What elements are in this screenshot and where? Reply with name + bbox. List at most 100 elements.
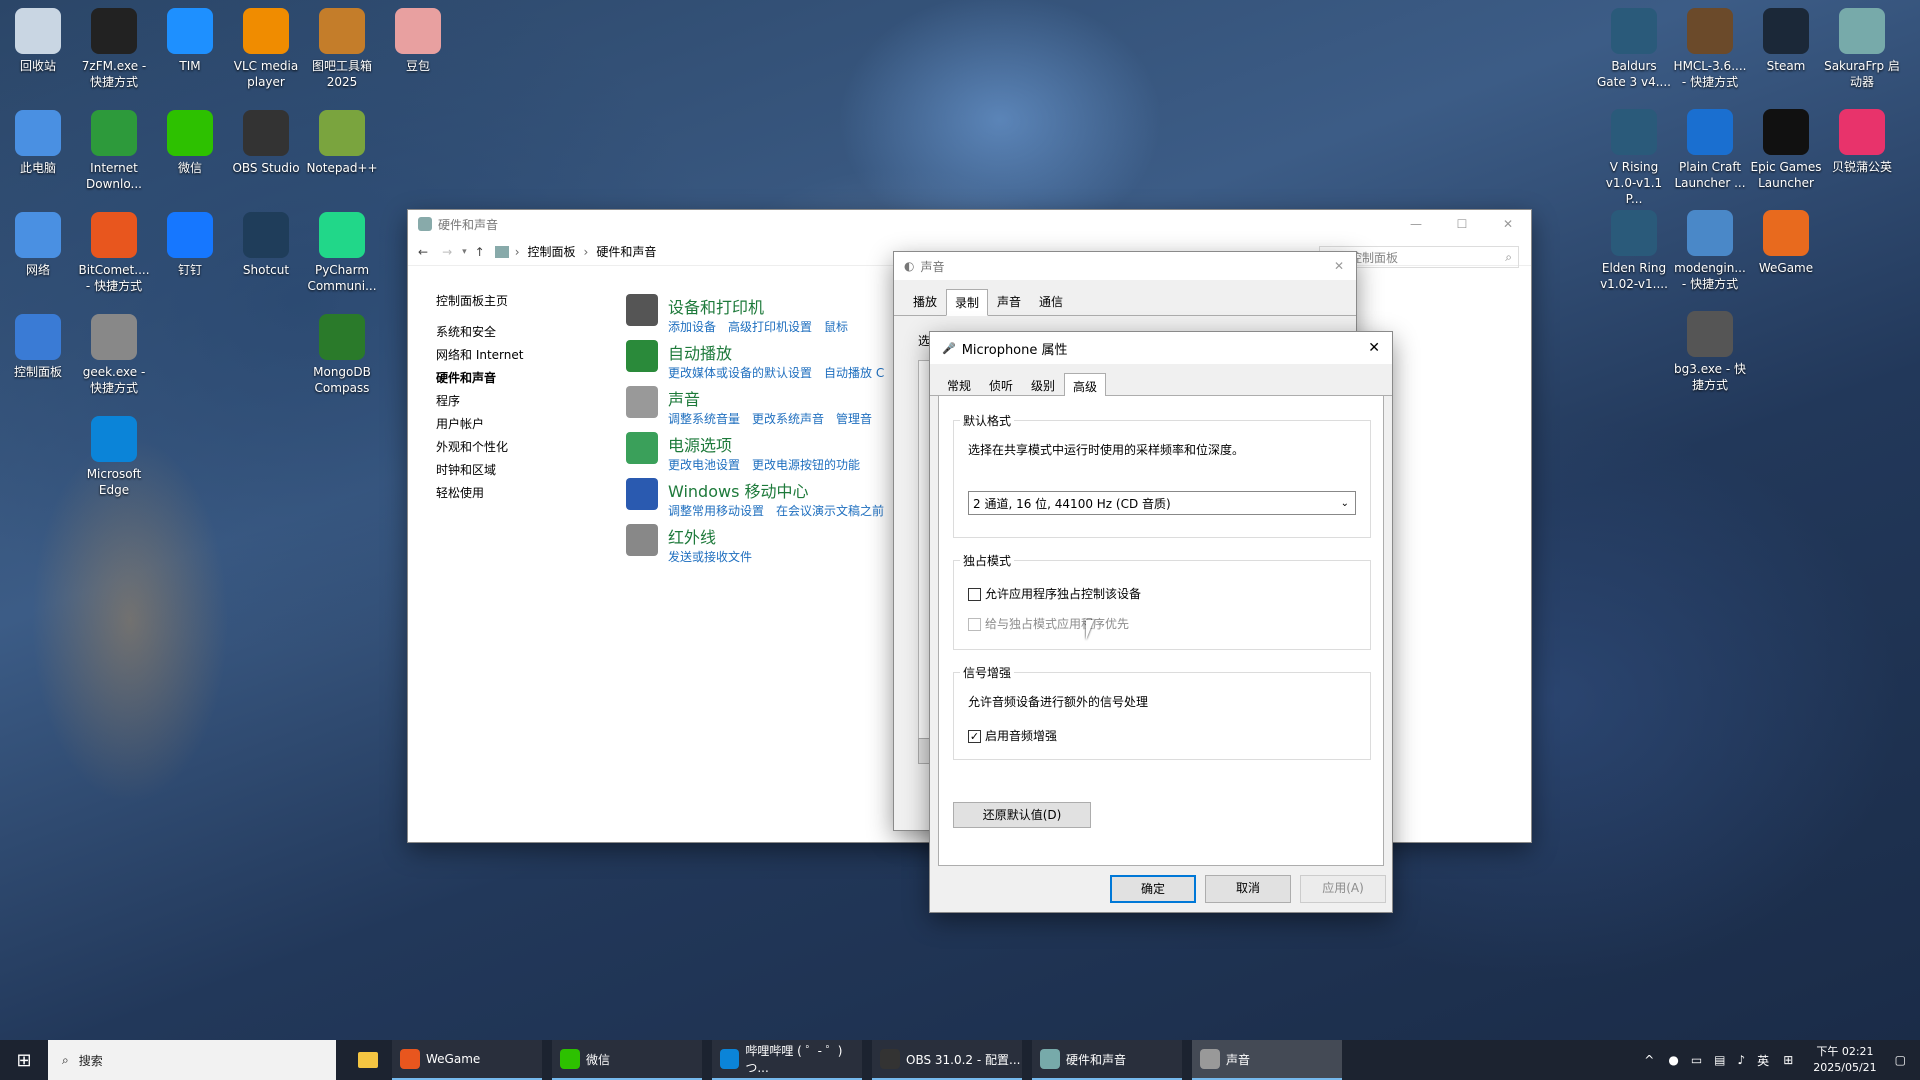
taskbar-item[interactable]: OBS 31.0.2 - 配置... xyxy=(872,1040,1022,1080)
category-link[interactable]: 管理音 xyxy=(836,412,872,426)
desktop-icon[interactable]: BitComet.... - 快捷方式 xyxy=(76,212,152,294)
desktop-icon[interactable]: Microsoft Edge xyxy=(76,416,152,498)
taskbar-item[interactable]: WeGame xyxy=(392,1040,542,1080)
checkbox-box[interactable] xyxy=(968,618,981,631)
desktop-icon[interactable]: 图吧工具箱2025 xyxy=(304,8,380,90)
search-input[interactable]: 搜索 xyxy=(79,1052,103,1069)
exclusive-priority-checkbox[interactable]: 给与独占模式应用程序优先 xyxy=(968,615,1129,632)
desktop-icon[interactable]: modengin... - 快捷方式 xyxy=(1672,210,1748,292)
apply-button[interactable]: 应用(A) xyxy=(1300,875,1386,903)
sidebar-item[interactable]: 程序 xyxy=(436,390,606,413)
desktop-icon[interactable]: geek.exe - 快捷方式 xyxy=(76,314,152,396)
file-explorer-button[interactable] xyxy=(344,1040,392,1080)
desktop-icon[interactable]: 钉钉 xyxy=(152,212,228,278)
close-button[interactable]: ✕ xyxy=(1368,340,1380,356)
restore-defaults-button[interactable]: 还原默认值(D) xyxy=(953,802,1091,828)
up-icon[interactable]: ↑ xyxy=(475,245,485,259)
category-link[interactable]: 发送或接收文件 xyxy=(668,550,752,564)
start-button[interactable]: ⊞ xyxy=(0,1040,48,1080)
category-link[interactable]: 调整系统音量 xyxy=(668,412,740,426)
taskbar-search[interactable]: ⌕ 搜索 xyxy=(48,1040,336,1080)
category-link[interactable]: 更改系统声音 xyxy=(752,412,824,426)
minimize-button[interactable]: — xyxy=(1393,217,1439,231)
desktop-icon[interactable]: 豆包 xyxy=(380,8,456,74)
desktop-icon[interactable]: 控制面板 xyxy=(0,314,76,380)
desktop-icon[interactable]: 网络 xyxy=(0,212,76,278)
desktop-icon[interactable]: OBS Studio xyxy=(228,110,304,176)
desktop-icon[interactable]: Steam xyxy=(1748,8,1824,74)
tab[interactable]: 声音 xyxy=(988,288,1030,315)
checkbox-box[interactable]: ✓ xyxy=(968,730,981,743)
breadcrumb-item[interactable]: 控制面板 xyxy=(528,243,576,260)
recent-dropdown-icon[interactable]: ▾ xyxy=(462,247,467,257)
checkbox-box[interactable] xyxy=(968,588,981,601)
keyboard-icon[interactable]: ⊞ xyxy=(1783,1053,1793,1067)
category-title[interactable]: 电源选项 xyxy=(668,432,872,456)
desktop-icon[interactable]: 贝锐蒲公英 xyxy=(1824,109,1900,175)
category-title[interactable]: Windows 移动中心 xyxy=(668,478,896,502)
desktop-icon[interactable]: 7zFM.exe - 快捷方式 xyxy=(76,8,152,90)
category-link[interactable]: 调整常用移动设置 xyxy=(668,504,764,518)
desktop-icon[interactable]: HMCL-3.6.... - 快捷方式 xyxy=(1672,8,1748,90)
category-title[interactable]: 设备和打印机 xyxy=(668,294,860,318)
tab[interactable]: 侦听 xyxy=(980,372,1022,399)
sidebar-item[interactable]: 外观和个性化 xyxy=(436,436,606,459)
tab[interactable]: 播放 xyxy=(904,288,946,315)
desktop-icon[interactable]: Baldurs Gate 3 v4.... xyxy=(1596,8,1672,90)
ok-button[interactable]: 确定 xyxy=(1110,875,1196,903)
desktop-icon[interactable]: Plain Craft Launcher ... xyxy=(1672,109,1748,191)
taskbar-item[interactable]: 硬件和声音 xyxy=(1032,1040,1182,1080)
close-button[interactable]: ✕ xyxy=(1485,217,1531,231)
desktop-icon[interactable]: Notepad++ xyxy=(304,110,380,176)
desktop-icon[interactable]: MongoDB Compass xyxy=(304,314,380,396)
category-link[interactable]: 更改电池设置 xyxy=(668,458,740,472)
notification-icon[interactable]: ▢ xyxy=(1895,1053,1906,1067)
battery-icon[interactable]: ▭ xyxy=(1691,1053,1702,1067)
sidebar-item[interactable]: 轻松使用 xyxy=(436,482,606,505)
tab[interactable]: 录制 xyxy=(946,289,989,316)
taskbar-item[interactable]: 哔哩哔哩 ( ゜- ゜)つ... xyxy=(712,1040,862,1080)
enable-enhancement-checkbox[interactable]: ✓ 启用音频增强 xyxy=(968,727,1057,744)
network-icon[interactable]: ▤ xyxy=(1714,1053,1725,1067)
desktop-icon[interactable]: WeGame xyxy=(1748,210,1824,276)
desktop-icon[interactable]: Internet Downlo... xyxy=(76,110,152,192)
cancel-button[interactable]: 取消 xyxy=(1205,875,1291,903)
category-link[interactable]: 更改媒体或设备的默认设置 xyxy=(668,366,812,380)
desktop-icon[interactable]: 此电脑 xyxy=(0,110,76,176)
category-link[interactable]: 高级打印机设置 xyxy=(728,320,812,334)
volume-icon[interactable]: ♪ xyxy=(1738,1053,1746,1067)
clock[interactable]: 下午 02:21 2025/05/21 xyxy=(1813,1044,1876,1076)
allow-exclusive-checkbox[interactable]: 允许应用程序独占控制该设备 xyxy=(968,585,1141,602)
sidebar-item[interactable]: 时钟和区域 xyxy=(436,459,606,482)
category-title[interactable]: 红外线 xyxy=(668,524,764,548)
back-icon[interactable]: ← xyxy=(418,245,428,259)
sidebar-item[interactable]: 硬件和声音 xyxy=(436,367,606,390)
desktop-icon[interactable]: PyCharm Communi... xyxy=(304,212,380,294)
sidebar-item[interactable]: 控制面板主页 xyxy=(436,290,606,313)
format-select[interactable]: 2 通道, 16 位, 44100 Hz (CD 音质) ⌄ xyxy=(968,491,1356,515)
category-link[interactable]: 添加设备 xyxy=(668,320,716,334)
desktop-icon[interactable]: 微信 xyxy=(152,110,228,176)
sidebar-item[interactable]: 用户帐户 xyxy=(436,413,606,436)
desktop-icon[interactable]: bg3.exe - 快捷方式 xyxy=(1672,311,1748,393)
sidebar-item[interactable]: 系统和安全 xyxy=(436,321,606,344)
category-link[interactable]: 鼠标 xyxy=(824,320,848,334)
category-title[interactable]: 声音 xyxy=(668,386,884,410)
microphone-icon[interactable]: ● xyxy=(1668,1053,1678,1067)
tab[interactable]: 通信 xyxy=(1030,288,1072,315)
maximize-button[interactable]: ☐ xyxy=(1439,217,1485,231)
tab[interactable]: 常规 xyxy=(938,372,980,399)
taskbar-item[interactable]: 声音 xyxy=(1192,1040,1342,1080)
close-button[interactable]: ✕ xyxy=(1334,259,1344,273)
taskbar-item[interactable]: 微信 xyxy=(552,1040,702,1080)
tab[interactable]: 级别 xyxy=(1022,372,1064,399)
sidebar-item[interactable]: 网络和 Internet xyxy=(436,344,606,367)
chevron-up-icon[interactable]: ^ xyxy=(1644,1053,1654,1067)
category-link[interactable]: 在会议演示文稿之前 xyxy=(776,504,884,518)
category-link[interactable]: 自动播放 C xyxy=(824,366,884,380)
breadcrumb-item[interactable]: 硬件和声音 xyxy=(596,243,656,260)
forward-icon[interactable]: → xyxy=(442,245,452,259)
ime-indicator[interactable]: 英 xyxy=(1757,1052,1769,1069)
category-link[interactable]: 更改电源按钮的功能 xyxy=(752,458,860,472)
desktop-icon[interactable]: V Rising v1.0-v1.1 P... xyxy=(1596,109,1672,207)
